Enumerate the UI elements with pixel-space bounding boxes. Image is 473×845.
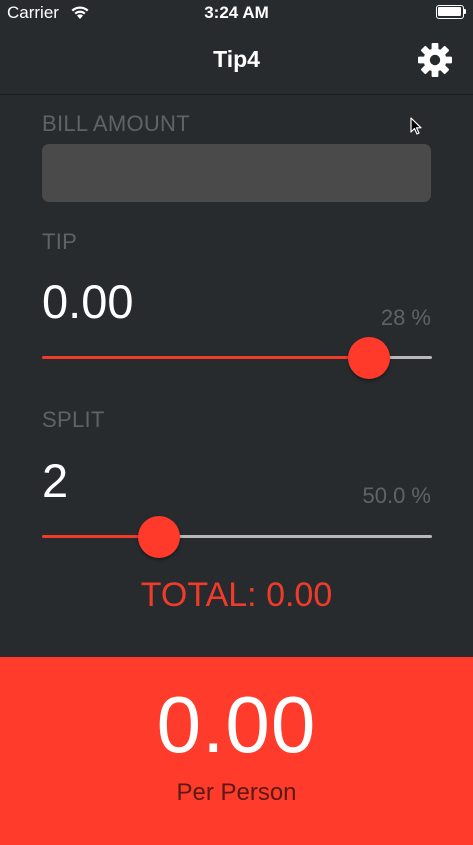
split-count: 2 <box>42 454 69 507</box>
status-time: 3:24 AM <box>204 3 269 22</box>
status-bar: Carrier 3:24 AM <box>0 0 473 26</box>
gear-icon[interactable] <box>416 41 454 79</box>
per-person-label: Per Person <box>176 779 297 806</box>
tip-amount: 0.00 <box>42 275 134 328</box>
per-person-amount: 0.00 <box>156 680 317 769</box>
split-percent: 50.0 % <box>362 483 432 508</box>
bill-amount-input[interactable] <box>42 144 431 202</box>
split-label: SPLIT <box>42 407 105 432</box>
tip-slider-thumb[interactable] <box>348 337 391 379</box>
bill-amount-label: BILL AMOUNT <box>42 111 190 136</box>
tip-slider[interactable] <box>42 337 432 379</box>
split-slider[interactable] <box>42 516 432 558</box>
split-slider-thumb[interactable] <box>137 516 180 558</box>
per-person-panel: 0.00 Per Person <box>0 657 473 845</box>
split-slider-max-track <box>158 535 432 538</box>
total-label: TOTAL: 0.00 <box>140 576 333 614</box>
tip-slider-min-track <box>42 356 370 359</box>
mouse-cursor-icon <box>410 117 422 135</box>
tip-percent: 28 % <box>380 305 431 330</box>
page-title: Tip4 <box>213 46 260 72</box>
app-screen: Carrier 3:24 AM Tip4 BILL AMOUNT TIP 0.0… <box>0 0 473 845</box>
tip-label: TIP <box>42 229 78 254</box>
battery-icon <box>436 5 466 19</box>
navigation-bar: Tip4 <box>0 26 473 95</box>
